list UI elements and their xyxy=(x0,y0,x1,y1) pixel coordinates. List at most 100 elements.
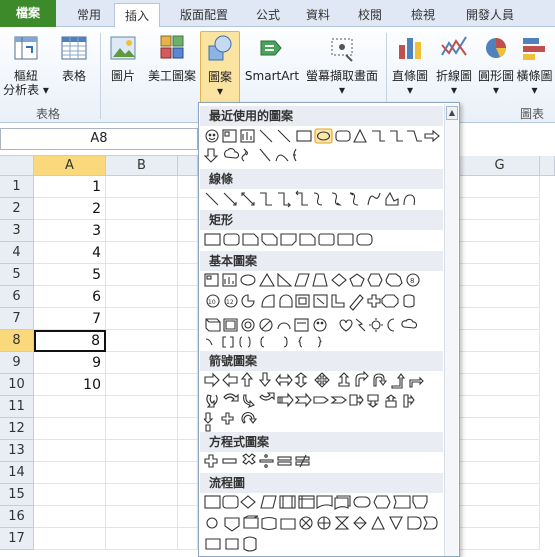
row-header[interactable]: 13 xyxy=(0,440,34,462)
name-box[interactable]: A8 xyxy=(0,128,198,150)
bar-chart-button[interactable]: 橫條圖 ▾ xyxy=(514,31,555,107)
cell-b[interactable] xyxy=(106,176,178,198)
column-header-b[interactable]: B xyxy=(106,156,178,176)
clip-art-button[interactable]: 美工圖案 xyxy=(144,31,200,107)
cell-g[interactable] xyxy=(460,242,540,264)
cell-b[interactable] xyxy=(106,352,178,374)
cell-a[interactable]: 4 xyxy=(34,242,106,264)
cell-g[interactable] xyxy=(460,176,540,198)
shapes-button[interactable]: 圖案 ▾ xyxy=(200,31,240,105)
cell-g[interactable] xyxy=(460,198,540,220)
shapes-menu-scrollbar[interactable]: ▲ xyxy=(444,104,458,556)
cell-c[interactable] xyxy=(178,264,198,286)
cell-b[interactable] xyxy=(106,418,178,440)
cell-c[interactable] xyxy=(178,198,198,220)
cell-g[interactable] xyxy=(460,506,540,528)
cell-c[interactable] xyxy=(178,506,198,528)
cell-b[interactable] xyxy=(106,374,178,396)
cell-a[interactable] xyxy=(34,396,106,418)
cell-g[interactable] xyxy=(460,440,540,462)
row-header[interactable]: 7 xyxy=(0,308,34,330)
cell-b[interactable] xyxy=(106,506,178,528)
cell-a[interactable] xyxy=(34,440,106,462)
cell-a[interactable]: 10 xyxy=(34,374,106,396)
cell-a[interactable]: 5 xyxy=(34,264,106,286)
cell-b[interactable] xyxy=(106,286,178,308)
cell-c[interactable] xyxy=(178,440,198,462)
cell-a[interactable] xyxy=(34,528,106,550)
cell-b[interactable] xyxy=(106,484,178,506)
row-header[interactable]: 9 xyxy=(0,352,34,374)
cell-b[interactable] xyxy=(106,308,178,330)
cell-c[interactable] xyxy=(178,176,198,198)
table-button[interactable]: 表格 xyxy=(52,31,96,107)
picture-button[interactable]: 圖片 xyxy=(104,31,142,107)
cell-g[interactable] xyxy=(460,352,540,374)
tab-developer[interactable]: 開發人員 xyxy=(454,3,526,27)
cell-b[interactable] xyxy=(106,330,178,352)
cell-g[interactable] xyxy=(460,220,540,242)
cell-c[interactable] xyxy=(178,330,198,352)
cell-a[interactable]: 1 xyxy=(34,176,106,198)
row-header[interactable]: 2 xyxy=(0,198,34,220)
row-header[interactable]: 17 xyxy=(0,528,34,550)
row-header[interactable]: 3 xyxy=(0,220,34,242)
row-header[interactable]: 16 xyxy=(0,506,34,528)
cell-b[interactable] xyxy=(106,198,178,220)
cell-g[interactable] xyxy=(460,418,540,440)
cell-c[interactable] xyxy=(178,242,198,264)
pie-chart-button[interactable]: 圓形圖 ▾ xyxy=(476,31,516,107)
cell-b[interactable] xyxy=(106,264,178,286)
row-header[interactable]: 11 xyxy=(0,396,34,418)
column-header-g[interactable]: G xyxy=(460,156,540,176)
cell-c[interactable] xyxy=(178,308,198,330)
cell-c[interactable] xyxy=(178,462,198,484)
cell-g[interactable] xyxy=(460,330,540,352)
cell-g[interactable] xyxy=(460,484,540,506)
cell-a[interactable]: 2 xyxy=(34,198,106,220)
tab-file[interactable]: 檔案 xyxy=(0,0,56,27)
cell-g[interactable] xyxy=(460,286,540,308)
cell-b[interactable] xyxy=(106,220,178,242)
cell-a[interactable]: 7 xyxy=(34,308,106,330)
tab-data[interactable]: 資料 xyxy=(296,3,340,27)
row-header[interactable]: 5 xyxy=(0,264,34,286)
row-header[interactable]: 14 xyxy=(0,462,34,484)
cell-a[interactable]: 6 xyxy=(34,286,106,308)
cell-a[interactable] xyxy=(34,506,106,528)
cell-c[interactable] xyxy=(178,528,198,550)
row-header[interactable]: 8 xyxy=(0,330,34,352)
cell-b[interactable] xyxy=(106,528,178,550)
cell-b[interactable] xyxy=(106,242,178,264)
tab-page-layout[interactable]: 版面配置 xyxy=(168,3,240,27)
column-header-a[interactable]: A xyxy=(34,156,106,176)
cell-c[interactable] xyxy=(178,484,198,506)
tab-review[interactable]: 校閱 xyxy=(348,3,392,27)
cell-c[interactable] xyxy=(178,352,198,374)
pivot-table-button[interactable]: 樞紐 分析表 ▾ xyxy=(2,31,50,107)
cell-c[interactable] xyxy=(178,418,198,440)
tab-formulas[interactable]: 公式 xyxy=(248,3,288,27)
tab-view[interactable]: 檢視 xyxy=(400,3,446,27)
cell-a[interactable]: 9 xyxy=(34,352,106,374)
row-header[interactable]: 12 xyxy=(0,418,34,440)
column-header-c[interactable] xyxy=(178,156,198,176)
cell-a8-selected[interactable]: 8 xyxy=(34,330,106,352)
cell-a[interactable]: 3 xyxy=(34,220,106,242)
smartart-button[interactable]: SmartArt xyxy=(242,31,302,107)
cell-c[interactable] xyxy=(178,286,198,308)
select-all-corner[interactable] xyxy=(0,156,34,176)
row-header[interactable]: 15 xyxy=(0,484,34,506)
cell-g[interactable] xyxy=(460,308,540,330)
cell-c[interactable] xyxy=(178,374,198,396)
column-header-h[interactable] xyxy=(540,156,555,176)
cell-g[interactable] xyxy=(460,462,540,484)
cell-g[interactable] xyxy=(460,264,540,286)
row-header[interactable]: 6 xyxy=(0,286,34,308)
line-chart-button[interactable]: 折線圖 ▾ xyxy=(432,31,476,107)
cell-c[interactable] xyxy=(178,220,198,242)
cell-a[interactable] xyxy=(34,462,106,484)
row-header[interactable]: 10 xyxy=(0,374,34,396)
cell-a[interactable] xyxy=(34,484,106,506)
cell-g[interactable] xyxy=(460,396,540,418)
